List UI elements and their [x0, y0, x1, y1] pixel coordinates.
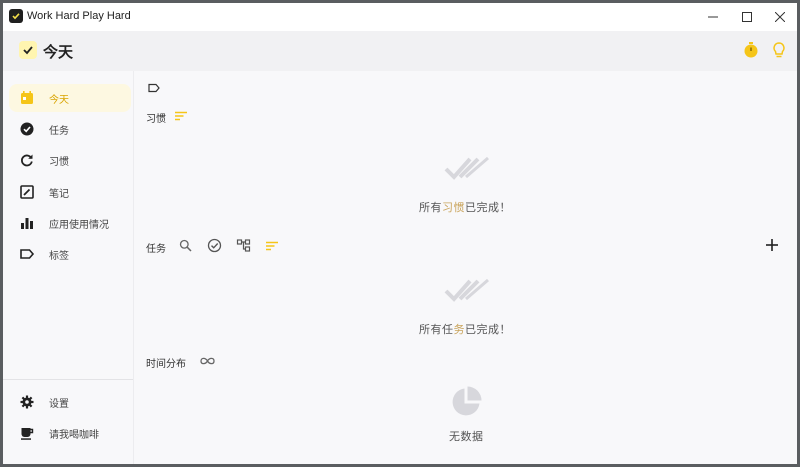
habits-section-title: 习惯 [146, 114, 166, 125]
close-button[interactable] [763, 3, 797, 31]
sidebar-item-habits[interactable]: 习惯 [9, 146, 131, 174]
sidebar-item-app-usage[interactable]: 应用使用情况 [9, 209, 131, 237]
sidebar-item-label: 今天 [49, 95, 69, 106]
sidebar-item-label: 笔记 [49, 189, 69, 200]
sidebar-item-label: 设置 [49, 399, 69, 410]
tasks-empty-message: 所有任务已完成！ [419, 323, 511, 336]
tag-icon [20, 249, 35, 259]
check-circle-icon [20, 122, 34, 136]
sidebar-item-buy-coffee[interactable]: 请我喝咖啡 [9, 419, 131, 447]
stopwatch-icon[interactable] [742, 41, 760, 59]
page-title: 今天 [43, 43, 74, 61]
main-content: 习惯 所有习惯已完成！ 任务 所有任务已完成！ 时间分布 无数据 [134, 71, 797, 464]
sidebar-item-label: 标签 [49, 251, 69, 262]
sidebar-item-today[interactable]: 今天 [9, 84, 131, 112]
sidebar-item-tags[interactable]: 标签 [9, 240, 131, 268]
tag-filter-icon[interactable] [147, 81, 161, 95]
sort-icon[interactable] [265, 239, 279, 253]
no-data-message: 无数据 [449, 430, 484, 443]
note-edit-icon [20, 185, 34, 199]
add-task-button[interactable] [765, 238, 779, 252]
page-header: 今天 [3, 31, 797, 71]
calendar-icon [21, 91, 33, 104]
double-check-icon [444, 278, 489, 302]
today-check-icon [19, 41, 37, 59]
lightbulb-icon[interactable] [770, 41, 788, 59]
time-distribution-title: 时间分布 [146, 359, 186, 370]
gear-icon [20, 395, 34, 409]
sidebar-item-label: 习惯 [49, 157, 69, 168]
maximize-icon [742, 12, 752, 22]
double-check-icon [444, 156, 489, 180]
sidebar-item-settings[interactable]: 设置 [9, 388, 131, 416]
app-window: Work Hard Play Hard 今天 今天 任务 习惯 笔记 应用使用情… [3, 3, 797, 464]
tasks-section-title: 任务 [146, 244, 166, 255]
refresh-icon [21, 154, 33, 167]
sidebar-item-notes[interactable]: 笔记 [9, 178, 131, 206]
sort-icon[interactable] [174, 109, 188, 123]
search-icon[interactable] [179, 239, 192, 252]
sidebar: 今天 任务 习惯 笔记 应用使用情况 标签 设置 请我喝咖啡 [3, 71, 134, 464]
bar-chart-icon [21, 218, 33, 229]
sidebar-item-label: 请我喝咖啡 [49, 430, 99, 441]
hierarchy-icon[interactable] [236, 238, 251, 253]
minimize-icon [708, 16, 718, 18]
window-title: Work Hard Play Hard [27, 10, 131, 22]
sidebar-item-label: 任务 [49, 126, 69, 137]
sidebar-item-label: 应用使用情况 [49, 220, 109, 231]
check-circle-outline-icon[interactable] [207, 238, 222, 253]
close-icon [775, 12, 785, 22]
coffee-icon [21, 428, 34, 440]
pie-chart-icon [452, 386, 482, 416]
title-bar: Work Hard Play Hard [3, 3, 797, 31]
infinity-icon[interactable] [199, 355, 216, 367]
minimize-button[interactable] [696, 3, 730, 31]
maximize-button[interactable] [730, 3, 764, 31]
app-logo-icon [9, 9, 23, 23]
sidebar-item-tasks[interactable]: 任务 [9, 115, 131, 143]
habits-empty-message: 所有习惯已完成！ [419, 201, 511, 214]
sidebar-divider [3, 379, 133, 380]
